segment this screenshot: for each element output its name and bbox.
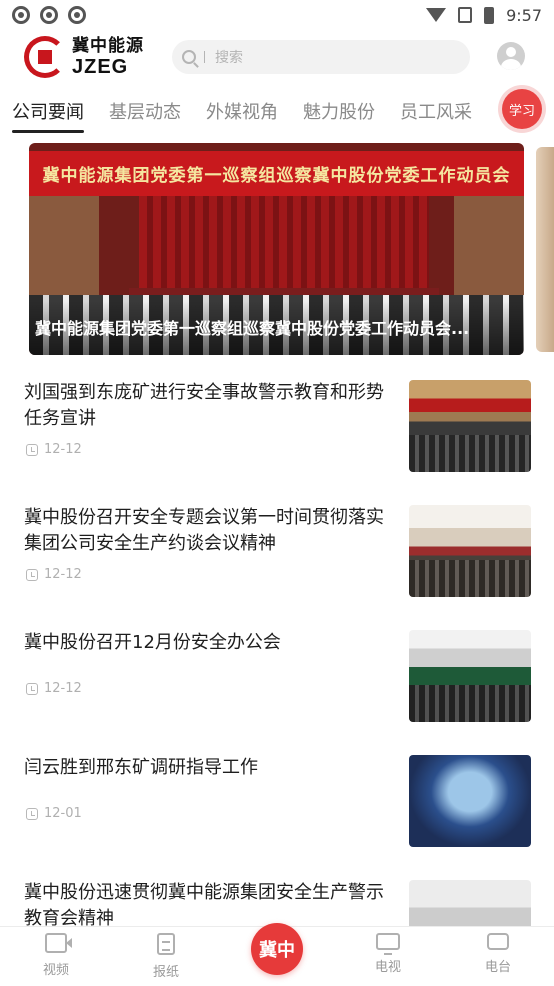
clock-icon — [26, 807, 38, 820]
news-date: 12-12 — [44, 442, 82, 457]
featured-banner[interactable]: 冀中能源集团党委第一巡察组巡察冀中股份党委工作动员会 冀中能源集团党委第一巡察组… — [29, 143, 524, 355]
app-notification-icon — [40, 6, 58, 24]
news-title: 闫云胜到邢东矿调研指导工作 — [24, 757, 258, 778]
logo-chinese-name: 冀中能源 — [72, 35, 144, 56]
news-item[interactable]: 刘国强到东庞矿进行安全事故警示教育和形势任务宣讲 12-12 — [0, 380, 554, 490]
news-meta: 12-12 — [26, 681, 82, 696]
next-banner-peek[interactable] — [536, 147, 554, 352]
news-meta: 12-12 — [26, 567, 82, 582]
news-item[interactable]: 冀中股份召开安全专题会议第一时间贯彻落实集团公司安全生产约谈会议精神 12-12 — [0, 505, 554, 615]
search-icon — [182, 50, 196, 64]
banner-photo-sign: 冀中能源集团党委第一巡察组巡察冀中股份党委工作动员会 — [29, 151, 524, 196]
news-thumbnail — [409, 880, 531, 926]
nav-radio-label: 电台 — [484, 960, 511, 975]
wifi-icon — [426, 8, 447, 22]
newspaper-icon — [157, 933, 175, 955]
clock-icon — [26, 682, 38, 695]
status-bar: 9:57 — [0, 0, 554, 30]
nav-home-center-button[interactable]: 冀中 — [251, 923, 303, 975]
search-bar[interactable]: 搜索 — [172, 40, 470, 74]
news-item[interactable]: 闫云胜到邢东矿调研指导工作 12-01 — [0, 755, 554, 865]
news-title: 刘国强到东庞矿进行安全事故警示教育和形势任务宣讲 — [24, 382, 384, 429]
tab-grassroots-news[interactable]: 基层动态 — [109, 98, 181, 124]
app-notification-icon — [68, 6, 86, 24]
news-thumbnail — [409, 630, 531, 722]
nav-video[interactable]: 视频 — [26, 933, 86, 978]
news-title: 冀中股份迅速贯彻冀中能源集团安全生产警示教育会精神 — [24, 882, 384, 926]
status-time: 9:57 — [506, 5, 542, 25]
radio-icon — [487, 933, 509, 950]
banner-photo-curtain — [139, 195, 429, 295]
bottom-navigation: 视频 报纸 冀中 电视 电台 — [0, 923, 554, 986]
app-header: 冀中能源 JZEG 搜索 — [0, 32, 554, 82]
search-placeholder: 搜索 — [215, 50, 243, 66]
thumbnail-detail — [409, 435, 531, 472]
thumbnail-detail — [409, 685, 531, 722]
nav-tv-label: 电视 — [374, 960, 401, 975]
user-avatar[interactable] — [497, 42, 525, 70]
news-item[interactable]: 冀中股份迅速贯彻冀中能源集团安全生产警示教育会精神 — [0, 880, 554, 926]
active-tab-indicator — [12, 130, 84, 133]
clock-icon — [26, 568, 38, 581]
notification-icons — [12, 6, 86, 24]
tab-charm-shares[interactable]: 魅力股份 — [303, 98, 375, 124]
news-date: 12-01 — [44, 806, 82, 821]
tab-company-news[interactable]: 公司要闻 — [12, 98, 84, 124]
search-divider — [204, 51, 205, 63]
banner-caption: 冀中能源集团党委第一巡察组巡察冀中股份党委工作动员会... — [29, 301, 524, 355]
nav-radio[interactable]: 电台 — [468, 933, 528, 975]
logo-mark-icon — [24, 36, 66, 78]
logo-english-name: JZEG — [72, 55, 129, 78]
nav-newspaper-label: 报纸 — [152, 965, 179, 980]
clock-icon — [26, 443, 38, 456]
news-date: 12-12 — [44, 567, 82, 582]
study-button[interactable]: 学习 — [502, 89, 542, 129]
news-meta: 12-01 — [26, 806, 82, 821]
news-title: 冀中股份召开12月份安全办公会 — [24, 632, 281, 653]
video-icon — [45, 933, 72, 953]
news-thumbnail — [409, 505, 531, 597]
no-sim-icon — [458, 7, 473, 23]
news-date: 12-12 — [44, 681, 82, 696]
category-tabs: 公司要闻 基层动态 外媒视角 魅力股份 员工风采 学习 — [0, 89, 554, 136]
news-meta: 12-12 — [26, 442, 82, 457]
news-thumbnail — [409, 755, 531, 847]
nav-video-label: 视频 — [42, 963, 69, 978]
nav-tv[interactable]: 电视 — [358, 933, 418, 975]
tab-employee-style[interactable]: 员工风采 — [400, 98, 472, 124]
thumbnail-detail — [409, 560, 531, 597]
news-title: 冀中股份召开安全专题会议第一时间贯彻落实集团公司安全生产约谈会议精神 — [24, 507, 384, 554]
app-logo: 冀中能源 JZEG — [24, 34, 154, 80]
battery-icon — [484, 6, 495, 24]
news-thumbnail — [409, 380, 531, 472]
tab-foreign-media[interactable]: 外媒视角 — [206, 98, 278, 124]
app-notification-icon — [12, 6, 30, 24]
news-item[interactable]: 冀中股份召开12月份安全办公会 12-12 — [0, 630, 554, 740]
nav-newspaper[interactable]: 报纸 — [136, 933, 196, 980]
tv-icon — [376, 933, 400, 955]
